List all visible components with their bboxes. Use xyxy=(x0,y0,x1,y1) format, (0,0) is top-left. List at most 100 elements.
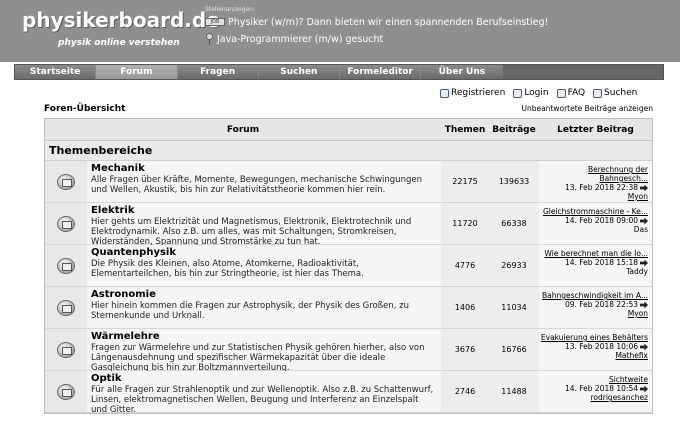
forum-folder-icon xyxy=(57,257,75,274)
last-post-user[interactable]: Myon xyxy=(539,192,648,201)
forum-description: Für alle Fragen zur Strahlenoptik und zu… xyxy=(91,385,434,415)
col-letzter-beitrag: Letzter Beitrag xyxy=(557,124,634,135)
pin-icon xyxy=(206,33,213,45)
last-post-user[interactable]: Taddy xyxy=(539,267,648,276)
logo-text: physikerboard.de xyxy=(22,8,220,32)
forum-row: Quantenphysik Die Physik des Kleinen, al… xyxy=(45,245,652,287)
forum-description: Die Physik des Kleinen, also Atome, Atom… xyxy=(91,259,364,279)
last-post-link[interactable]: Gleichstrommaschine - Ke... xyxy=(539,207,648,216)
post-count: 66338 xyxy=(489,203,539,244)
last-post-date: 14. Feb 2018 09:00 xyxy=(564,216,638,225)
last-post-date: 14. Feb 2018 15:18 xyxy=(564,258,638,267)
forum-row: Astronomie Hier hinein kommen die Fragen… xyxy=(45,287,652,329)
checkbox-icon xyxy=(440,88,449,98)
goto-post-icon[interactable] xyxy=(640,301,648,309)
col-forum: Forum xyxy=(226,124,260,135)
forum-folder-icon xyxy=(57,299,75,316)
forum-folder-icon xyxy=(57,215,75,232)
forum-row: Optik Für alle Fragen zur Strahlenoptik … xyxy=(45,371,652,415)
forum-folder-icon xyxy=(57,383,75,400)
table-header: Forum Themen Beiträge Letzter Beitrag xyxy=(45,119,652,141)
goto-post-icon[interactable] xyxy=(640,184,648,192)
last-post-date: 13. Feb 2018 10:06 xyxy=(564,342,638,351)
job-badge-icon: JOB xyxy=(205,18,225,26)
breadcrumb[interactable]: Foren-Übersicht xyxy=(44,104,125,114)
login-label: Login xyxy=(524,88,549,98)
forum-row: Elektrik Hier gehts um Elektrizität und … xyxy=(45,203,652,247)
last-post-date: 13. Feb 2018 22:38 xyxy=(564,183,638,192)
unanswered-posts-link[interactable]: Unbeantwortete Beiträge anzeigen xyxy=(521,104,653,113)
forum-row: Mechanik Alle Fragen über Kräfte, Moment… xyxy=(45,161,652,203)
nav-ueber-uns[interactable]: Über Uns xyxy=(421,65,503,79)
goto-post-icon[interactable] xyxy=(640,259,648,267)
category-header[interactable]: Themenbereiche xyxy=(45,141,652,161)
goto-post-icon[interactable] xyxy=(640,217,648,225)
login-icon xyxy=(513,88,523,98)
search-label: Suchen xyxy=(604,88,638,98)
post-count: 16766 xyxy=(489,329,539,370)
forum-table: Forum Themen Beiträge Letzter Beitrag Th… xyxy=(44,118,653,415)
last-post-link[interactable]: Bahngeschwindigkeit im A... xyxy=(539,291,648,300)
forum-description: Hier gehts um Elektrizität und Magnetism… xyxy=(91,217,412,247)
forum-title[interactable]: Elektrik xyxy=(91,205,437,217)
last-post-user[interactable]: Das xyxy=(539,225,648,234)
forum-title[interactable]: Quantenphysik xyxy=(91,247,437,259)
nav-fragen[interactable]: Fragen xyxy=(177,65,259,79)
forum-folder-icon xyxy=(57,341,75,358)
ad-text: Physiker (w/m)? Dann bieten wir einen sp… xyxy=(228,16,549,28)
help-icon xyxy=(556,88,566,98)
last-post-date: 09. Feb 2018 22:53 xyxy=(564,300,638,309)
nav-forum[interactable]: Forum xyxy=(96,65,178,79)
ad-link-physiker[interactable]: JOB Physiker (w/m)? Dann bieten wir eine… xyxy=(205,14,548,30)
goto-post-icon[interactable] xyxy=(640,343,648,351)
post-count: 139633 xyxy=(489,161,539,202)
last-post-user[interactable]: Myon xyxy=(539,309,648,318)
faq-link[interactable]: FAQ xyxy=(556,88,586,98)
nav-suchen[interactable]: Suchen xyxy=(258,65,340,79)
forum-folder-icon xyxy=(57,173,75,190)
faq-label: FAQ xyxy=(567,88,586,98)
nav-formeleditor[interactable]: Formeleditor xyxy=(340,65,422,79)
forum-description: Hier hinein kommen die Fragen zur Astrop… xyxy=(91,301,409,321)
col-themen: Themen xyxy=(444,124,486,135)
topic-count: 22175 xyxy=(441,161,489,202)
last-post-link[interactable]: Sichtweite xyxy=(539,375,648,384)
register-label: Registrieren xyxy=(451,88,506,98)
forum-description: Alle Fragen über Kräfte, Momente, Bewegu… xyxy=(91,175,422,195)
post-count: 26933 xyxy=(489,245,539,286)
main-nav: Startseite Forum Fragen Suchen Formeledi… xyxy=(14,64,664,80)
logo-tagline: physik online verstehen xyxy=(58,38,180,48)
search-link[interactable]: Suchen xyxy=(593,88,637,98)
forum-description: Fragen zur Wärmelehre und zur Statistisc… xyxy=(91,343,425,373)
user-toolbar: Registrieren Login FAQ Suchen xyxy=(440,88,645,98)
topic-count: 3676 xyxy=(441,329,489,370)
search-icon xyxy=(593,88,603,98)
goto-post-icon[interactable] xyxy=(640,385,648,393)
last-post-link[interactable]: Berechnung der Bahngesch... xyxy=(539,165,648,183)
forum-title[interactable]: Astronomie xyxy=(91,289,437,301)
forum-row: Wärmelehre Fragen zur Wärmelehre und zur… xyxy=(45,329,652,373)
login-link[interactable]: Login xyxy=(513,88,549,98)
site-header: physikerboard.de physik online verstehen… xyxy=(0,0,680,62)
ad-text: Java-Programmierer (m/w) gesucht xyxy=(217,33,384,45)
topic-count: 11720 xyxy=(441,203,489,244)
register-link[interactable]: Registrieren xyxy=(440,88,505,98)
topic-count: 2746 xyxy=(441,371,489,412)
topic-count: 4776 xyxy=(441,245,489,286)
last-post-user[interactable]: rodrigesanchez xyxy=(539,393,649,402)
topic-count: 1406 xyxy=(441,287,489,328)
forum-title[interactable]: Optik xyxy=(91,373,437,385)
last-post-link[interactable]: Wie berechnet man die Io... xyxy=(539,249,648,258)
post-count: 11488 xyxy=(489,371,539,412)
forum-title[interactable]: Mechanik xyxy=(91,163,437,175)
col-beitraege: Beiträge xyxy=(492,124,536,135)
ads-label: Stellenanzeigen: xyxy=(205,6,255,13)
last-post-date: 14. Feb 2018 10:54 xyxy=(564,384,638,393)
last-post-user[interactable]: Mathefix xyxy=(539,351,648,360)
forum-title[interactable]: Wärmelehre xyxy=(91,331,437,343)
nav-startseite[interactable]: Startseite xyxy=(15,65,97,79)
last-post-link[interactable]: Evakuierung eines Behälters xyxy=(539,333,648,342)
site-logo[interactable]: physikerboard.de physik online verstehen xyxy=(22,8,220,56)
post-count: 11034 xyxy=(489,287,539,328)
ad-link-java[interactable]: Java-Programmierer (m/w) gesucht xyxy=(205,31,548,47)
